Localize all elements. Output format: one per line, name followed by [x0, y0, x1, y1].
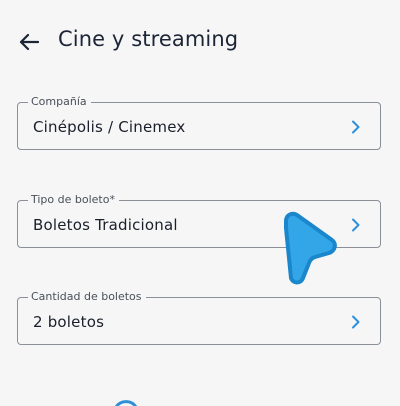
arrow-left-icon: [19, 33, 39, 51]
page-title: Cine y streaming: [58, 27, 239, 51]
company-field-label: Compañía: [28, 95, 91, 109]
chevron-right-icon: [348, 313, 364, 331]
ticket-type-field-value: Boletos Tradicional: [33, 216, 178, 234]
chevron-right-icon: [348, 216, 364, 234]
back-button[interactable]: [14, 28, 44, 56]
ticket-quantity-field[interactable]: Cantidad de boletos 2 boletos: [17, 290, 381, 345]
company-field[interactable]: Compañía Cinépolis / Cinemex: [17, 95, 381, 150]
ticket-quantity-field-label: Cantidad de boletos: [28, 290, 146, 304]
ticket-type-field[interactable]: Tipo de boleto* Boletos Tradicional: [17, 193, 381, 248]
company-field-value: Cinépolis / Cinemex: [33, 118, 186, 136]
ticket-type-field-label: Tipo de boleto*: [28, 193, 119, 207]
loading-spinner-icon: [110, 394, 142, 406]
ticket-quantity-field-value: 2 boletos: [33, 313, 105, 331]
chevron-right-icon: [348, 118, 364, 136]
app-header: Cine y streaming: [0, 0, 400, 84]
